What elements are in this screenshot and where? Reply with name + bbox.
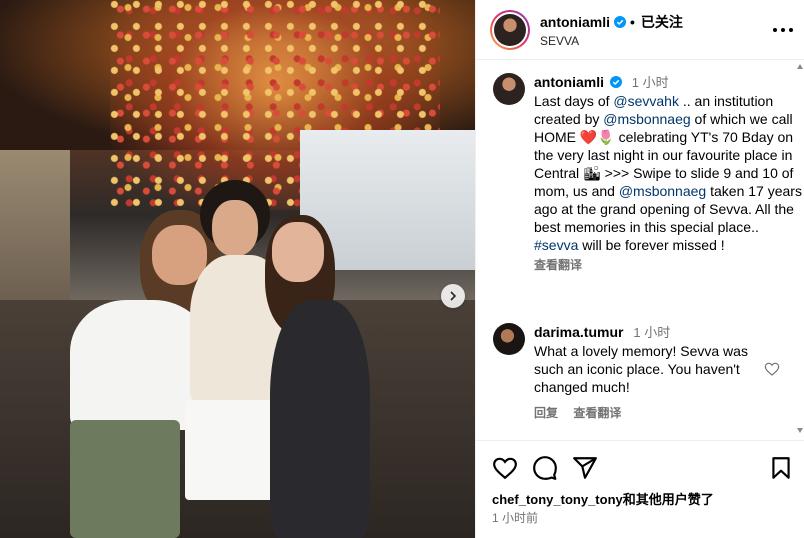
comment-icon[interactable] bbox=[532, 455, 558, 481]
photo-wall bbox=[0, 150, 70, 300]
header-dot: • bbox=[630, 13, 635, 30]
caption-text: Last days of @sevvahk .. an institution … bbox=[534, 93, 802, 253]
more-options-icon[interactable] bbox=[773, 20, 793, 40]
comment-item: darima.tumur 1 小时 What a lovely memory! … bbox=[493, 323, 764, 422]
next-slide-button[interactable] bbox=[441, 284, 465, 308]
comment-text: What a lovely memory! Sevva was such an … bbox=[534, 343, 748, 395]
comment-time: 1 小时 bbox=[633, 325, 671, 340]
post-footer: chef_tony_tony_tony和其他用户赞了 1 小时前 bbox=[476, 440, 804, 538]
photo-person-middle-face bbox=[212, 200, 258, 256]
caption-avatar[interactable] bbox=[493, 73, 525, 105]
caption-time: 1 小时 bbox=[631, 75, 669, 90]
mention-msbonnaeg-2[interactable]: @msbonnaeg bbox=[619, 183, 706, 199]
comments-panel[interactable]: antoniamli 1 小时 Last days of @sevvahk ..… bbox=[476, 61, 804, 439]
scroll-up-arrow-icon[interactable] bbox=[797, 64, 803, 69]
post-sidebar: antoniamli • 已关注 SEVVA antoniamli 1 小时 L… bbox=[475, 0, 804, 538]
caption-username[interactable]: antoniamli bbox=[534, 74, 604, 90]
comment-like-heart-icon[interactable] bbox=[764, 361, 780, 377]
author-avatar[interactable] bbox=[490, 9, 530, 50]
chevron-right-icon bbox=[450, 291, 457, 301]
scrollbar[interactable] bbox=[796, 61, 804, 439]
reply-button[interactable]: 回复 bbox=[534, 406, 558, 420]
share-icon[interactable] bbox=[572, 455, 598, 481]
verified-badge-icon bbox=[614, 15, 627, 28]
mention-msbonnaeg[interactable]: @msbonnaeg bbox=[603, 111, 690, 127]
verified-badge-icon bbox=[609, 76, 622, 88]
hashtag-sevva[interactable]: #sevva bbox=[534, 237, 578, 253]
comment-translate-link[interactable]: 查看翻译 bbox=[573, 406, 621, 420]
caption-translate-link[interactable]: 查看翻译 bbox=[534, 256, 802, 274]
mention-sevvahk[interactable]: @sevvahk bbox=[613, 93, 679, 109]
following-button[interactable]: 已关注 bbox=[641, 12, 683, 32]
post-modal: antoniamli • 已关注 SEVVA antoniamli 1 小时 L… bbox=[0, 0, 804, 538]
post-timestamp[interactable]: 1 小时前 bbox=[492, 509, 538, 526]
post-header: antoniamli • 已关注 SEVVA bbox=[476, 0, 804, 60]
author-username[interactable]: antoniamli bbox=[540, 14, 610, 30]
post-photo[interactable] bbox=[0, 0, 475, 538]
photo-person-right-face bbox=[272, 222, 324, 282]
bookmark-icon[interactable] bbox=[768, 455, 794, 481]
location-link[interactable]: SEVVA bbox=[540, 34, 683, 48]
scroll-down-arrow-icon[interactable] bbox=[797, 428, 803, 433]
photo-person-right-dress bbox=[270, 300, 370, 538]
caption-item: antoniamli 1 小时 Last days of @sevvahk ..… bbox=[493, 73, 802, 274]
likes-summary[interactable]: chef_tony_tony_tony和其他用户赞了 bbox=[492, 489, 714, 508]
heart-icon[interactable] bbox=[492, 455, 518, 481]
photo-person-left-skirt bbox=[70, 420, 180, 538]
commenter-avatar[interactable] bbox=[493, 323, 525, 355]
commenter-username[interactable]: darima.tumur bbox=[534, 324, 623, 340]
